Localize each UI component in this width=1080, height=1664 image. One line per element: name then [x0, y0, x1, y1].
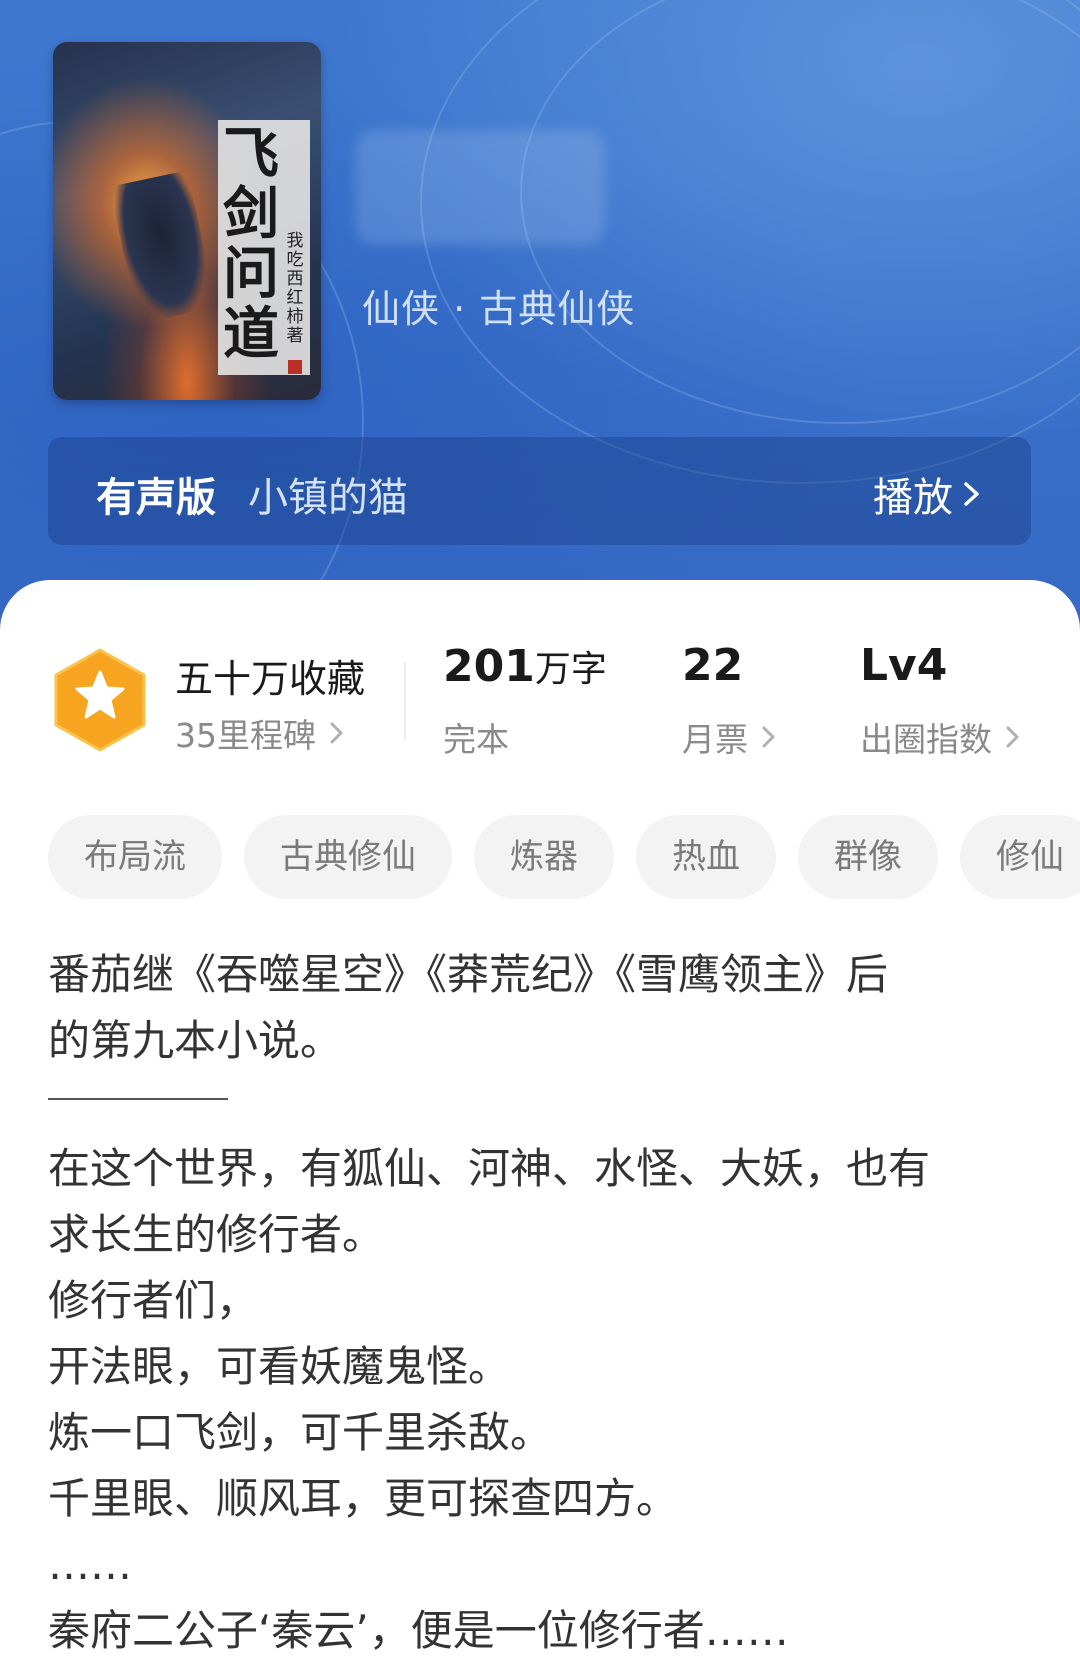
tag-chip[interactable]: 修仙: [960, 815, 1080, 899]
cover-author-char: 吃: [286, 250, 304, 270]
stats-divider: [404, 662, 406, 740]
tag-chip[interactable]: 群像: [798, 815, 938, 899]
description-body: 在这个世界，有狐仙、河神、水怪、大妖，也有 求长生的修行者。 修行者们， 开法眼…: [48, 1136, 1048, 1664]
monthly-tickets-label: 月票: [682, 720, 748, 759]
audiobook-bar[interactable]: 有声版 小镇的猫 播放: [48, 437, 1031, 545]
description-line: 开法眼，可看妖魔鬼怪。: [48, 1342, 511, 1391]
cover-author-char: 西: [286, 269, 304, 289]
cover-author-char: 柿: [286, 307, 304, 327]
description-line: 求长生的修行者。: [48, 1210, 385, 1259]
genre-label[interactable]: 仙侠 · 古典仙侠: [362, 278, 635, 333]
chevron-right-icon: [1006, 726, 1019, 748]
milestone-label: 35里程碑: [175, 716, 316, 755]
tag-chip[interactable]: 布局流: [48, 815, 222, 899]
cover-figure: [109, 170, 217, 324]
completion-label: 完本: [443, 720, 509, 759]
collect-title[interactable]: 五十万收藏: [175, 648, 365, 703]
word-count: 201万字: [443, 640, 607, 692]
popularity-index-link[interactable]: 出圈指数: [860, 713, 1022, 761]
star-hexagon-icon[interactable]: [52, 648, 148, 752]
audiobook-label: 有声版: [96, 475, 216, 521]
tag-chip[interactable]: 热血: [636, 815, 776, 899]
play-button[interactable]: 播放: [873, 465, 983, 523]
monthly-tickets-link[interactable]: 月票: [682, 713, 778, 761]
description-line: 修行者们，: [48, 1276, 259, 1325]
description-line: 炼一口飞剑，可千里杀敌。: [48, 1408, 553, 1457]
book-cover[interactable]: 飞 剑 问 道 我吃西红柿著: [53, 42, 321, 400]
cover-title: 飞 剑 问 道: [223, 121, 279, 367]
description-line: ……: [48, 1540, 132, 1589]
cover-author: 我吃西红柿著: [285, 232, 305, 346]
play-label: 播放: [873, 475, 953, 521]
word-count-unit: 万字: [534, 649, 607, 690]
monthly-tickets-value: 22: [682, 640, 744, 691]
audiobook-narrator: 小镇的猫: [248, 475, 408, 521]
cover-author-char: 我: [286, 231, 304, 251]
description-intro: 番茄继《吞噬星空》《莽荒纪》《雪鹰领主》后 的第九本小说。: [48, 942, 1048, 1074]
chevron-right-icon: [964, 482, 979, 506]
description-line: 在这个世界，有狐仙、河神、水怪、大妖，也有: [48, 1144, 931, 1193]
completion-status: 完本: [443, 713, 509, 761]
description-line: 秦府二公子‘秦云’，便是一位修行者……: [48, 1606, 789, 1655]
cover-seal: [288, 360, 302, 374]
blurred-book-title: [355, 130, 605, 245]
milestone-link[interactable]: 35里程碑: [175, 709, 346, 757]
description-line: 千里眼、顺风耳，更可探查四方。: [48, 1474, 679, 1523]
chevron-right-icon: [330, 722, 343, 744]
word-count-value: 201: [443, 641, 535, 692]
description-line: 的第九本小说。: [48, 1016, 343, 1065]
tag-chip[interactable]: 古典修仙: [244, 815, 452, 899]
cover-author-char: 红: [286, 288, 304, 308]
popularity-level-value: Lv4: [860, 640, 948, 691]
tag-list: 布局流 古典修仙 炼器 热血 群像 修仙: [48, 815, 1080, 899]
tag-chip[interactable]: 炼器: [474, 815, 614, 899]
cover-author-char: 著: [286, 326, 304, 346]
description-line: 番茄继《吞噬星空》《莽荒纪》《雪鹰领主》后: [48, 950, 889, 999]
popularity-index-label: 出圈指数: [860, 720, 992, 759]
chevron-right-icon: [762, 726, 775, 748]
description-separator: [48, 1098, 228, 1100]
